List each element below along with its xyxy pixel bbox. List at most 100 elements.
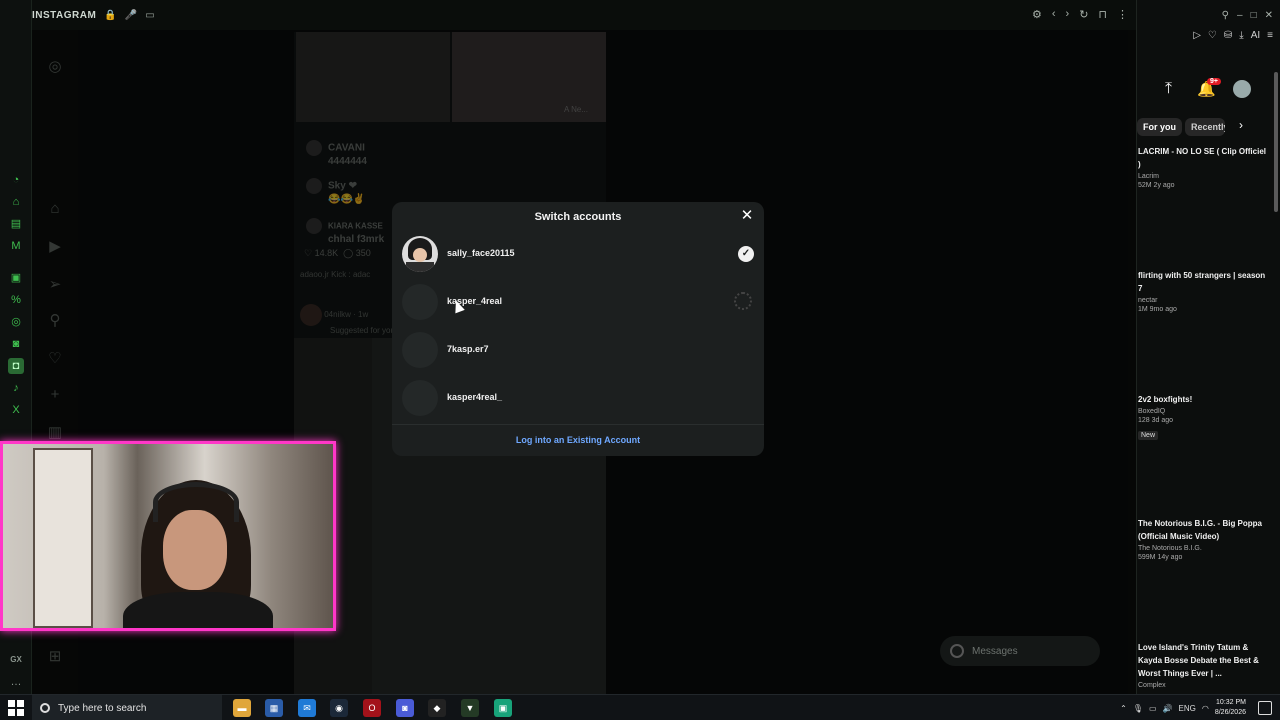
date: 8/26/2026: [1214, 709, 1246, 716]
gx-control-icon[interactable]: ◔: [8, 172, 24, 188]
screen: INSTAGRAM 🔒 🎤 ▭ ⚙ ‹ › ↻ ⊓ ⋮ ◔ ⌂ ▤ M ▣ % …: [0, 0, 1280, 720]
discord-icon[interactable]: ◙: [8, 336, 24, 352]
gx-badge-icon[interactable]: GX: [8, 652, 24, 668]
gx-corner-icon[interactable]: ▤: [8, 216, 24, 232]
video-channel: nectar: [1138, 297, 1158, 304]
nvidia-icon[interactable]: ▼: [461, 699, 479, 717]
scrollbar[interactable]: [1274, 72, 1278, 212]
video-item[interactable]: flirting with 50 strangers | season 7 ne…: [1138, 269, 1266, 313]
messages-button[interactable]: Messages: [940, 636, 1100, 666]
file-explorer-icon[interactable]: ▬: [233, 699, 251, 717]
close-icon[interactable]: ✕: [740, 208, 754, 223]
video-item[interactable]: LACRIM - NO LO SE ( Clip Officiel ) Lacr…: [1138, 145, 1266, 189]
maximize-icon[interactable]: □: [1251, 10, 1257, 21]
discord-icon[interactable]: ◙: [396, 699, 414, 717]
mail-icon[interactable]: ✉: [298, 699, 316, 717]
download-icon[interactable]: ⤓: [1239, 30, 1243, 48]
settings-icon[interactable]: ⚙: [1032, 8, 1042, 21]
checkmark-icon: ✓: [738, 246, 754, 262]
upload-icon[interactable]: ⤒: [1165, 80, 1172, 98]
search-icon[interactable]: ⚲: [1222, 10, 1229, 21]
account-username: sally_face20115: [447, 248, 515, 258]
gx-cleaner-icon[interactable]: ⌂: [8, 194, 24, 210]
avatar: [402, 332, 438, 368]
more-dots-icon[interactable]: …: [8, 674, 24, 690]
video-channel: The Notorious B.I.G.: [1138, 545, 1202, 552]
dialog-title: Switch accounts: [534, 211, 622, 223]
video-meta: 1M 9mo ago: [1138, 306, 1177, 313]
wallet-icon[interactable]: ⛁: [1224, 30, 1232, 48]
time: 10:32 PM: [1216, 699, 1246, 706]
chip-for-you[interactable]: For you: [1137, 118, 1182, 136]
video-item[interactable]: The Notorious B.I.G. - Big Poppa (Offici…: [1138, 517, 1266, 561]
chevron-right-icon[interactable]: ›: [1239, 118, 1243, 132]
start-button[interactable]: [8, 700, 24, 716]
mic-icon[interactable]: 🎙: [1133, 704, 1143, 713]
more-icon[interactable]: ⋮: [1117, 8, 1128, 21]
pin-icon[interactable]: ⊓: [1098, 8, 1107, 21]
taskbar-search[interactable]: Type here to search: [32, 695, 222, 720]
mic-icon[interactable]: 🎤: [125, 10, 137, 21]
instagram-sidebar-icon[interactable]: ◘: [8, 358, 24, 374]
tiktok-icon[interactable]: ♪: [8, 380, 24, 396]
minimize-icon[interactable]: –: [1237, 10, 1243, 21]
log-into-existing-account-link[interactable]: Log into an Existing Account: [392, 435, 764, 445]
volume-icon[interactable]: 🔊: [1163, 704, 1173, 713]
video-item[interactable]: Love Island's Trinity Tatum & Kayda Boss…: [1138, 641, 1266, 689]
chip-recently[interactable]: Recently: [1185, 118, 1225, 136]
gx-music-icon[interactable]: M: [8, 238, 24, 254]
headset: [153, 482, 239, 522]
system-tray: ⌃ 🎙 ▭ 🔊 ENG ◠ 10:32 PM 8/26/2026: [1120, 695, 1246, 720]
video-meta: 599M 14y ago: [1138, 554, 1183, 561]
back-icon[interactable]: ‹: [1052, 8, 1056, 21]
notification-center-icon[interactable]: [1258, 701, 1272, 715]
menu-icon[interactable]: ≡: [1267, 30, 1273, 48]
reload-icon[interactable]: ↻: [1079, 8, 1088, 21]
clock[interactable]: 10:32 PM 8/26/2026: [1215, 698, 1246, 718]
youtube-sidebar-panel: ⚲ – □ ✕ ▷ ♡ ⛁ ⤓ AI ≡ ⤒ 🔔 9+ For you Rece…: [1136, 0, 1280, 694]
account-username: kasper4real_: [447, 392, 503, 402]
ai-icon[interactable]: AI: [1251, 30, 1260, 48]
account-row[interactable]: 7kasp.er7: [392, 326, 764, 374]
avatar: [402, 236, 438, 272]
account-username: 7kasp.er7: [447, 344, 489, 354]
epic-games-icon[interactable]: ◆: [428, 699, 446, 717]
avatar[interactable]: [1233, 80, 1251, 98]
twitch-icon[interactable]: ▣: [8, 270, 24, 286]
door: [33, 448, 93, 628]
opera-gx-icon[interactable]: O: [363, 699, 381, 717]
account-row[interactable]: sally_face20115 ✓: [392, 230, 764, 278]
video-title: LACRIM - NO LO SE ( Clip Officiel ): [1138, 147, 1266, 169]
wifi-icon[interactable]: ◠: [1202, 704, 1209, 713]
streamer-face: [163, 510, 227, 590]
chevron-up-icon[interactable]: ⌃: [1120, 704, 1127, 713]
x-twitter-icon[interactable]: X: [8, 402, 24, 418]
messages-label: Messages: [972, 645, 1018, 657]
account-row[interactable]: kasper4real_: [392, 374, 764, 422]
video-channel: Complex: [1138, 682, 1166, 689]
whatsapp-icon[interactable]: ◎: [8, 314, 24, 330]
search-icon: [40, 703, 50, 713]
camera-icon[interactable]: ▭: [145, 10, 154, 21]
browser-nav-controls: ⚙ ‹ › ↻ ⊓ ⋮: [1032, 8, 1128, 21]
percent-icon[interactable]: %: [8, 292, 24, 308]
windows-taskbar: Type here to search ▬ ▦ ✉ ◉ O ◙ ◆ ▼ ▣ ⌃ …: [0, 694, 1280, 720]
forward-icon[interactable]: ›: [1066, 8, 1070, 21]
new-badge: New: [1138, 431, 1159, 440]
video-meta: 52M 2y ago: [1138, 182, 1175, 189]
streaming-app-icon[interactable]: ▣: [494, 699, 512, 717]
search-placeholder: Type here to search: [58, 702, 147, 714]
steam-icon[interactable]: ◉: [330, 699, 348, 717]
video-item[interactable]: 2v2 boxfights! BoxedIQ 128 3d ago New: [1138, 393, 1266, 442]
store-icon[interactable]: ▦: [265, 699, 283, 717]
account-row[interactable]: kasper_4real: [392, 278, 764, 326]
heart-icon[interactable]: ♡: [1208, 30, 1217, 48]
close-icon[interactable]: ✕: [1265, 10, 1273, 21]
panel-window-controls: ⚲ – □ ✕: [1137, 0, 1280, 30]
play-icon[interactable]: ▷: [1193, 30, 1201, 48]
language-indicator[interactable]: ENG: [1179, 704, 1196, 713]
switch-accounts-dialog: Switch accounts ✕ sally_face20115 ✓ kasp…: [392, 202, 764, 456]
video-title: flirting with 50 strangers | season 7: [1138, 271, 1266, 293]
network-icon[interactable]: ▭: [1149, 704, 1157, 713]
video-channel: Lacrim: [1138, 173, 1160, 180]
